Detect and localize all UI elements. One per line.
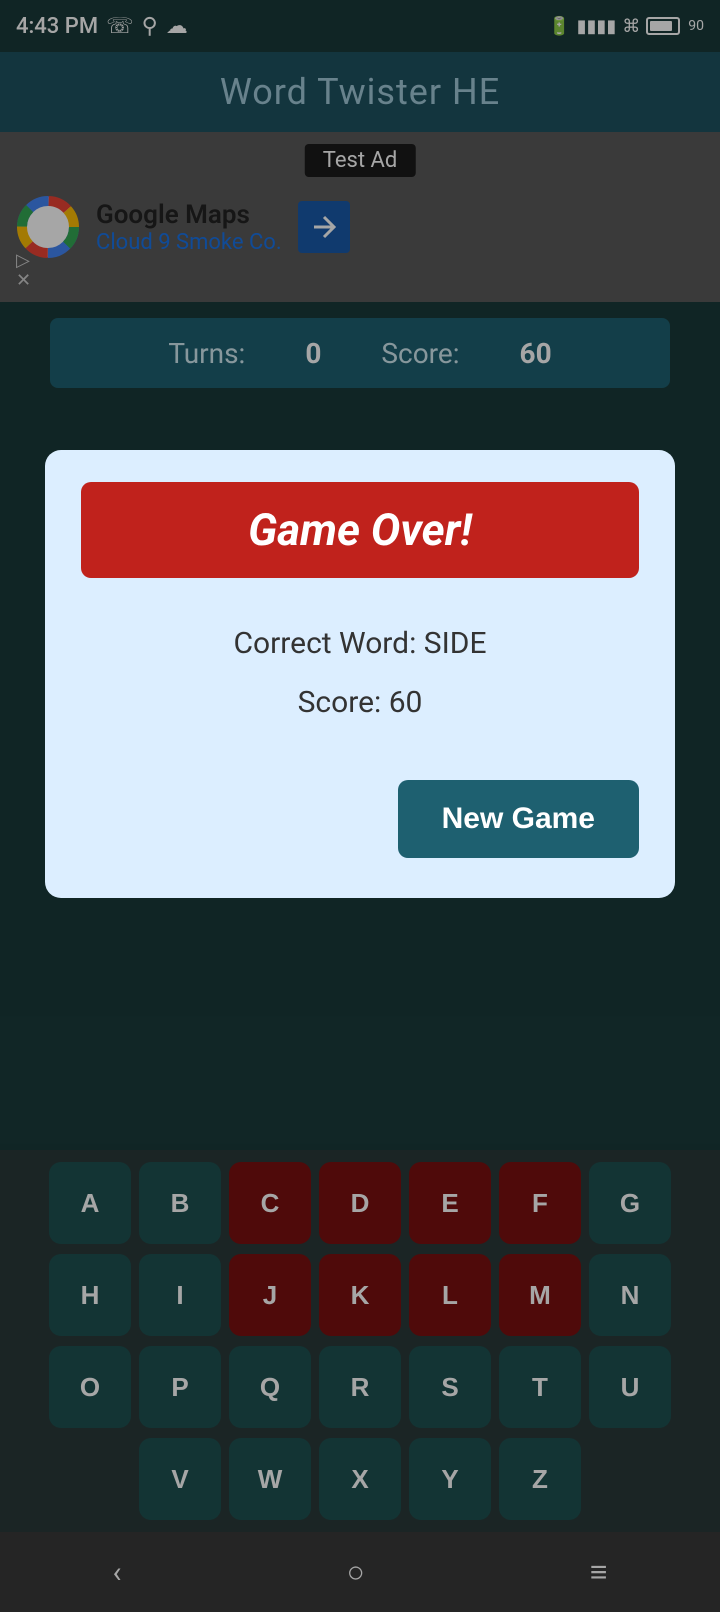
game-over-banner: Game Over! [81,482,639,578]
modal-overlay: Game Over! Correct Word: SIDE Score: 60 … [0,0,720,1612]
final-score-display: Score: 60 [298,685,423,720]
correct-word-display: Correct Word: SIDE [233,626,486,661]
new-game-button[interactable]: New Game [398,780,639,858]
game-over-title: Game Over! [248,504,472,556]
game-over-modal: Game Over! Correct Word: SIDE Score: 60 … [45,450,675,898]
